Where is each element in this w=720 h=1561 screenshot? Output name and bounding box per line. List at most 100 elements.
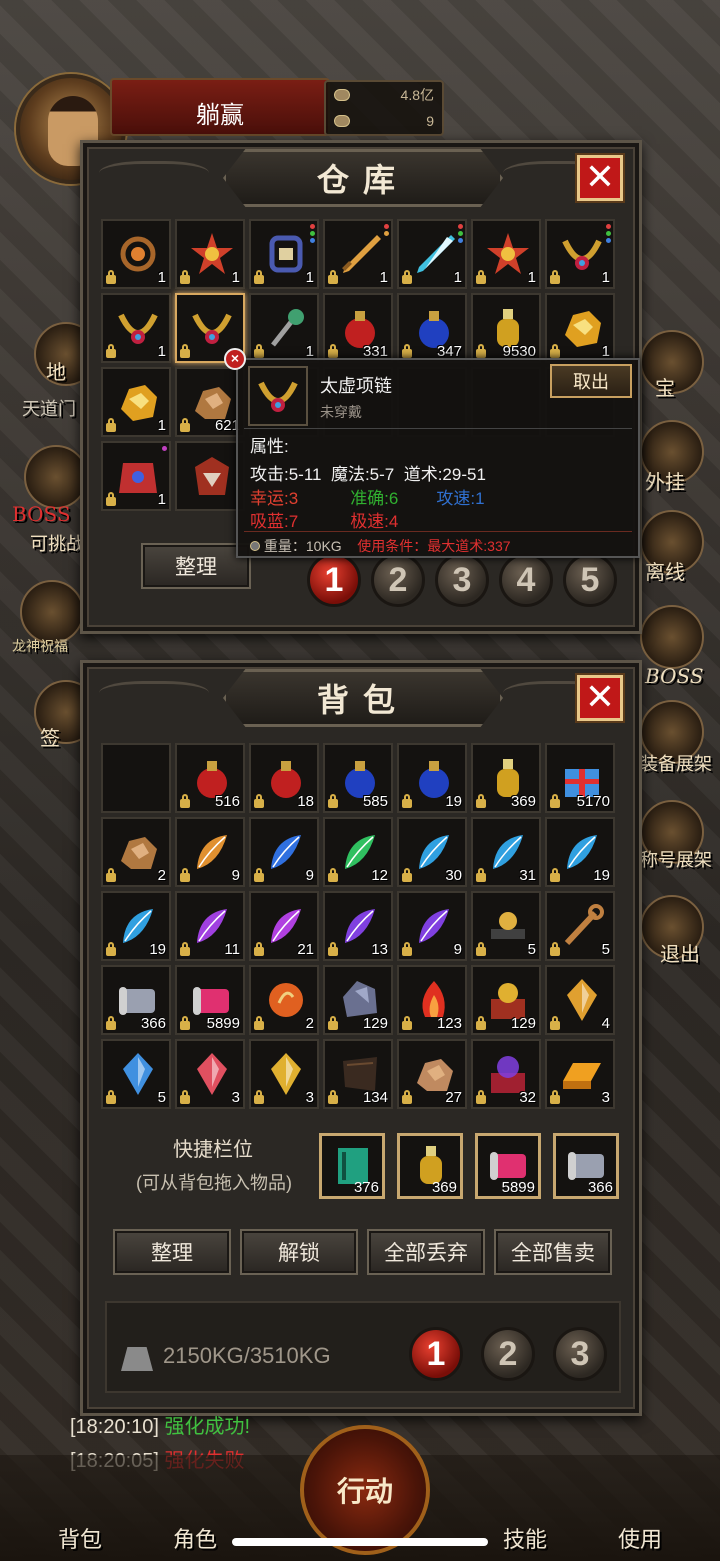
quick-slot[interactable]: 369	[397, 1133, 463, 1199]
nav-bag[interactable]: 背包	[30, 1522, 130, 1554]
warehouse-sort-button[interactable]: 整理	[141, 543, 251, 589]
bag-slot[interactable]: 32	[471, 1039, 541, 1109]
bag-slot[interactable]: 123	[397, 965, 467, 1035]
action-button[interactable]: 行动	[300, 1425, 430, 1555]
bag-page-1[interactable]: 1	[409, 1327, 463, 1381]
bag-slot[interactable]: 5	[545, 891, 615, 961]
nav-role[interactable]: 角色	[145, 1522, 245, 1554]
lock-icon	[106, 942, 116, 956]
quick-slot[interactable]: 366	[553, 1133, 619, 1199]
bag-sort-button[interactable]: 整理	[113, 1229, 231, 1275]
bag-slot[interactable]	[101, 743, 171, 813]
discard-all-button[interactable]: 全部丢弃	[367, 1229, 485, 1275]
bag-slot[interactable]: 5170	[545, 743, 615, 813]
warehouse-slot[interactable]: 1	[397, 219, 467, 289]
warehouse-title: 仓库	[223, 149, 503, 207]
warehouse-slot[interactable]: 1	[175, 219, 245, 289]
bag-slot[interactable]: 19	[101, 891, 171, 961]
quality-dots	[162, 446, 167, 451]
bag-slot[interactable]: 9	[249, 817, 319, 887]
lock-icon	[402, 794, 412, 808]
panel-ornament-left	[99, 161, 209, 191]
bag-slot[interactable]: 4	[545, 965, 615, 1035]
warehouse-slot[interactable]: 331	[323, 293, 393, 363]
bag-slot[interactable]: 18	[249, 743, 319, 813]
bag-slot[interactable]: 31	[471, 817, 541, 887]
bag-slot[interactable]: 11	[175, 891, 245, 961]
warehouse-slot[interactable]: 1	[101, 367, 171, 437]
bag-slot[interactable]: 129	[471, 965, 541, 1035]
warehouse-slot[interactable]: 1	[101, 441, 171, 511]
bag-slot[interactable]: 19	[397, 743, 467, 813]
ring-icon	[120, 236, 156, 272]
bag-slot[interactable]: 30	[397, 817, 467, 887]
side-right-btn-3[interactable]	[640, 605, 704, 669]
copper-ore-icon	[121, 837, 157, 869]
warehouse-slot[interactable]: 1	[545, 293, 615, 363]
bag-slot[interactable]: 3	[249, 1039, 319, 1109]
warehouse-page-4[interactable]: 4	[499, 553, 553, 607]
lock-icon	[402, 1090, 412, 1104]
bag-unlock-button[interactable]: 解锁	[240, 1229, 358, 1275]
bag-slot[interactable]: 19	[545, 817, 615, 887]
warehouse-page-2[interactable]: 2	[371, 553, 425, 607]
bag-slot[interactable]: 5899	[175, 965, 245, 1035]
nav-use[interactable]: 使用	[590, 1522, 690, 1554]
warehouse-close-button[interactable]: ✕	[577, 155, 623, 201]
bag-slot[interactable]: 2	[249, 965, 319, 1035]
bag-slot[interactable]: 5	[471, 891, 541, 961]
bag-slot[interactable]: 21	[249, 891, 319, 961]
bag-slot[interactable]: 129	[323, 965, 393, 1035]
tooltip-close-icon[interactable]: ×	[224, 348, 246, 370]
item-count: 3	[305, 1089, 314, 1106]
dragon-blessing-button[interactable]	[20, 580, 84, 644]
warehouse-page-5[interactable]: 5	[563, 553, 617, 607]
bag-page-2[interactable]: 2	[481, 1327, 535, 1381]
bag-slot[interactable]: 27	[397, 1039, 467, 1109]
warehouse-slot[interactable]	[175, 441, 245, 511]
bag-slot[interactable]: 369	[471, 743, 541, 813]
warehouse-slot[interactable]: 1	[545, 219, 615, 289]
bag-slot[interactable]: 366	[101, 965, 171, 1035]
sell-all-button[interactable]: 全部售卖	[494, 1229, 612, 1275]
quick-slot[interactable]: 5899	[475, 1133, 541, 1199]
lock-icon	[550, 868, 560, 882]
boss-button[interactable]	[24, 445, 88, 509]
taoism-attr: 道术:29-51	[403, 465, 486, 484]
tooltip-item-status: 未穿戴	[320, 404, 362, 420]
warehouse-slot[interactable]: 9530	[471, 293, 541, 363]
quick-slot[interactable]: 376	[319, 1133, 385, 1199]
bag-slot[interactable]: 13	[323, 891, 393, 961]
bag-slot[interactable]: 516	[175, 743, 245, 813]
bag-slot[interactable]: 9	[397, 891, 467, 961]
warehouse-slot[interactable]: 1	[101, 219, 171, 289]
feather-icon	[271, 835, 301, 869]
bag-slot[interactable]: 9	[175, 817, 245, 887]
warehouse-slot[interactable]: 347	[397, 293, 467, 363]
lock-icon	[180, 418, 190, 432]
warehouse-slot[interactable]: 1	[471, 219, 541, 289]
warehouse-slot[interactable]: 1	[249, 293, 319, 363]
warehouse-slot[interactable]: 1	[249, 219, 319, 289]
bag-slot[interactable]: 12	[323, 817, 393, 887]
bag-slot[interactable]: 2	[101, 817, 171, 887]
tooltip-attr-line2: 幸运:3 准确:6 攻速:1	[250, 484, 485, 509]
warehouse-page-1[interactable]: 1	[307, 553, 361, 607]
take-out-button[interactable]: 取出	[550, 364, 632, 398]
bag-slot[interactable]: 3	[175, 1039, 245, 1109]
warehouse-slot[interactable]: 1	[101, 293, 171, 363]
warehouse-slot[interactable]: 1	[323, 219, 393, 289]
bag-close-button[interactable]: ✕	[577, 675, 623, 721]
bag-slot[interactable]: 5	[101, 1039, 171, 1109]
warehouse-slot[interactable]: 621	[175, 367, 245, 437]
bag-slot[interactable]: 134	[323, 1039, 393, 1109]
feather-icon	[197, 835, 227, 869]
warehouse-page-3[interactable]: 3	[435, 553, 489, 607]
lock-icon	[254, 794, 264, 808]
nav-skill[interactable]: 技能	[475, 1522, 575, 1554]
crystal-icon	[197, 1053, 227, 1095]
bag-slot[interactable]: 585	[323, 743, 393, 813]
bag-slot[interactable]: 3	[545, 1039, 615, 1109]
bag-page-3[interactable]: 3	[553, 1327, 607, 1381]
lock-icon	[106, 418, 116, 432]
